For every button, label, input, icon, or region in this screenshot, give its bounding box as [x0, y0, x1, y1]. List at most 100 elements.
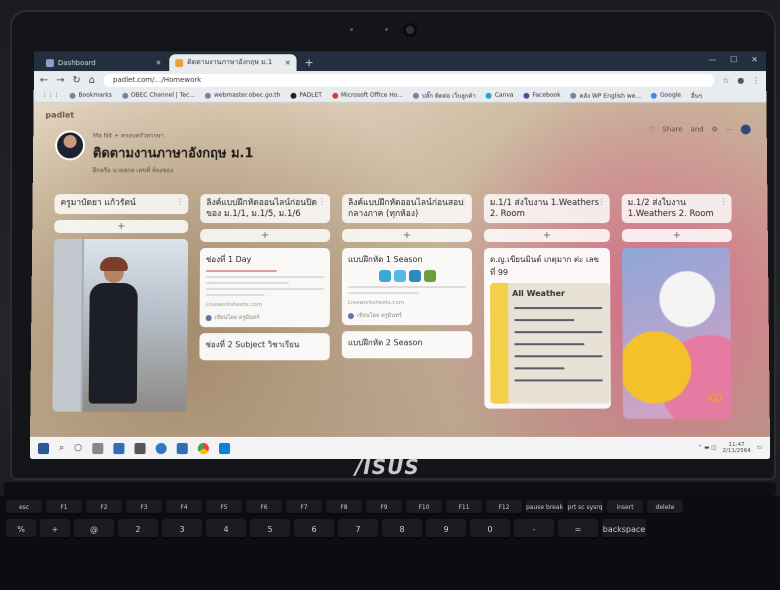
bookmark-item[interactable]: อื่นๆ	[691, 90, 702, 100]
heart-icon[interactable]: ♡	[648, 126, 654, 134]
keyboard: esc F1 F2 F3 F4 F5 F6 F7 F8 F9 F10 F11 F…	[0, 496, 780, 590]
key: F12	[486, 500, 522, 515]
student-art-image[interactable]: XO	[621, 248, 732, 419]
post-title: ด.ญ.เขียนมินต์ เกตุมาก ต่ะ เลขที่ 99	[490, 255, 600, 278]
star-icon[interactable]: ☆	[722, 75, 729, 84]
key: 9	[426, 519, 466, 539]
user-avatar[interactable]	[740, 124, 751, 135]
and-button[interactable]: and	[690, 126, 703, 134]
task-view-icon[interactable]	[92, 442, 104, 454]
post-card[interactable]: ช่องที่ 1 Day Liveworksheets.com เขียนโด…	[199, 248, 331, 328]
webcam	[403, 23, 417, 37]
bookmark-item[interactable]: Canva	[485, 92, 514, 99]
store-icon[interactable]	[134, 442, 146, 454]
page-title: ติดตามงานภาษาอังกฤษ ม.1	[92, 146, 254, 162]
maximize-icon[interactable]: ☐	[730, 55, 737, 64]
bookmark-item[interactable]: Bookmarks	[69, 92, 112, 99]
browser-tab-bar: Dashboard ✕ ติดตามงานภาษาอังกฤษ ม.1 ✕ + …	[33, 51, 767, 72]
bookmark-item[interactable]: OBEC Channel | Tec...	[121, 92, 195, 99]
close-tab-icon[interactable]: ✕	[285, 59, 291, 67]
photos-icon[interactable]	[218, 442, 230, 454]
bookmark-item[interactable]: Facebook	[523, 92, 561, 99]
edge-icon[interactable]	[155, 442, 167, 454]
board-columns: ครูมาบัดยา แก้วรัตน์ ⋮ + ลิงค์แบบฝึกหัดออ…	[52, 194, 760, 437]
profile-icon[interactable]: ●	[737, 75, 744, 84]
bookmark-item[interactable]: Microsoft Office Ho...	[331, 92, 403, 99]
laptop-hinge	[4, 482, 776, 496]
post-author: เขียนโดย ครูมินทร์	[347, 312, 466, 320]
search-icon[interactable]: ⌕	[59, 443, 64, 453]
url-field[interactable]: padlet.com/…/Homework	[102, 73, 715, 87]
teacher-photo[interactable]	[52, 239, 189, 412]
student-worksheet-image: All Weather	[490, 283, 611, 404]
more-icon[interactable]: ⋮	[598, 197, 606, 207]
key: 0	[470, 519, 510, 539]
post-link[interactable]: Liveworksheets.com	[348, 300, 466, 306]
mail-icon[interactable]	[113, 442, 125, 454]
post-link[interactable]: Liveworksheets.com	[206, 302, 324, 308]
number-key-row: % + @ 2 3 4 5 6 7 8 9 0 - = backspace	[6, 519, 780, 539]
board-subtitle: ฝึกหรือ นายสกล เลขที่ ห้องของ	[92, 167, 174, 175]
bookmark-item[interactable]: webmaster.obec.go.th	[204, 92, 280, 99]
sensor-dot	[350, 28, 353, 31]
add-post-button[interactable]: +	[342, 229, 472, 243]
add-post-button[interactable]: +	[621, 229, 732, 243]
bookmark-item[interactable]: ปลั๊ก ติดต่อ เว็บลูกค้า	[412, 90, 476, 100]
word-icon[interactable]	[176, 442, 188, 454]
new-tab-icon[interactable]: +	[299, 56, 320, 71]
board-column: ลิงค์แบบฝึกหัดออนไลน์ก่อนสอบกลางภาค (ทุก…	[341, 194, 473, 437]
close-tab-icon[interactable]: ✕	[155, 59, 161, 67]
key: @	[74, 519, 114, 539]
column-header: ลิงค์แบบฝึกหัดออนไลน์ก่อนปิดของ ม.1/1, ม…	[200, 194, 331, 224]
window-controls: — ☐ ✕	[708, 55, 758, 64]
tray-icons[interactable]: ⌃ ▬ ◫	[698, 445, 717, 451]
more-icon[interactable]: ⋮	[176, 197, 184, 207]
key: 2	[118, 519, 158, 539]
post-card[interactable]: ช่องที่ 2 Subject วิชาเรียน	[199, 333, 330, 361]
more-icon[interactable]: ⋮	[318, 197, 326, 207]
apps-icon[interactable]: ⋮⋮⋮	[42, 92, 60, 99]
more-icon[interactable]: ⋮	[460, 197, 468, 207]
chrome-icon[interactable]	[197, 442, 209, 454]
padlet-logo[interactable]: padlet	[45, 111, 74, 120]
gear-icon[interactable]: ⚙	[712, 126, 718, 134]
notification-icon[interactable]: ▭	[757, 445, 762, 451]
browser-tab-active[interactable]: ติดตามงานภาษาอังกฤษ ม.1 ✕	[169, 54, 297, 72]
key: 4	[206, 519, 246, 539]
more-icon[interactable]: ⋯	[726, 126, 733, 134]
back-arrow-icon[interactable]: ←	[40, 75, 48, 86]
column-header: ม.1/2 ส่งใบงาน 1.Weathers 2. Room ⋮	[621, 194, 732, 224]
laptop-bezel: Dashboard ✕ ติดตามงานภาษาอังกฤษ ม.1 ✕ + …	[10, 10, 776, 480]
key: F2	[86, 500, 122, 515]
add-post-button[interactable]: +	[483, 229, 610, 243]
minimize-icon[interactable]: —	[708, 55, 716, 64]
windows-start-icon[interactable]	[37, 442, 50, 454]
browser-tab[interactable]: Dashboard ✕	[40, 54, 167, 71]
home-icon[interactable]: ⌂	[89, 75, 95, 86]
add-post-button[interactable]: +	[54, 220, 189, 234]
close-window-icon[interactable]: ✕	[751, 55, 758, 64]
more-icon[interactable]: ⋮	[719, 197, 727, 207]
key: 8	[382, 519, 422, 539]
key: F7	[286, 500, 322, 515]
clock-date: 2/11/2564	[722, 448, 751, 455]
function-key-row: esc F1 F2 F3 F4 F5 F6 F7 F8 F9 F10 F11 F…	[6, 500, 780, 515]
reload-icon[interactable]: ↻	[72, 75, 80, 86]
post-card[interactable]: แบบฝึกหัด 1 Season Liveworksheets.com เข…	[341, 248, 473, 326]
key: -	[514, 519, 554, 539]
post-card[interactable]: ด.ญ.เขียนมินต์ เกตุมาก ต่ะ เลขที่ 99 All…	[483, 248, 611, 409]
key: F9	[366, 500, 402, 515]
board-column: ครูมาบัดยา แก้วรัตน์ ⋮ +	[52, 194, 189, 437]
bookmark-item[interactable]: Google	[651, 92, 681, 99]
key: 5	[250, 519, 290, 539]
post-card[interactable]: แบบฝึกหัด 2 Season	[341, 331, 473, 359]
key: F4	[166, 500, 202, 515]
forward-arrow-icon[interactable]: →	[56, 75, 64, 86]
bookmark-item[interactable]: PADLET	[290, 92, 322, 99]
cortana-icon[interactable]: ○	[74, 443, 82, 453]
share-button[interactable]: Share	[662, 126, 682, 134]
board-author: Ma Nit + ครอบครัวหรรษา	[93, 132, 164, 140]
menu-icon[interactable]: ⋮	[752, 75, 760, 84]
add-post-button[interactable]: +	[200, 229, 331, 243]
bookmark-item[interactable]: คลัง WP English we...	[570, 90, 641, 100]
